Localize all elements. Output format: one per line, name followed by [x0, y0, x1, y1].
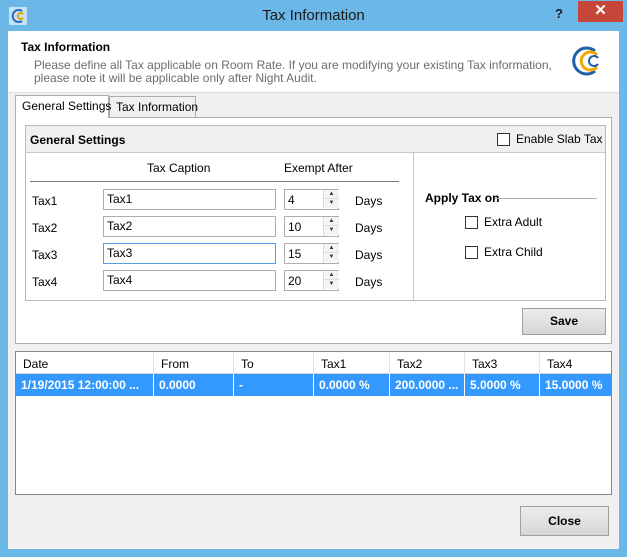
- cell-to[interactable]: -: [234, 374, 314, 396]
- tax1-days-label: Days: [355, 194, 383, 208]
- vertical-divider: [413, 153, 414, 300]
- tax4-exempt-stepper[interactable]: 20 ▲ ▼: [284, 270, 339, 291]
- column-header-date[interactable]: Date: [16, 352, 154, 374]
- general-settings-panel: General Settings Enable Slab Tax Tax Cap…: [15, 117, 612, 344]
- cell-tax3[interactable]: 5.0000 %: [465, 374, 540, 396]
- exempt-after-column-header: Exempt After: [284, 161, 353, 175]
- tax1-label: Tax1: [32, 194, 58, 208]
- cell-tax1[interactable]: 0.0000 %: [314, 374, 390, 396]
- tax3-exempt-stepper[interactable]: 15 ▲ ▼: [284, 243, 339, 264]
- header-panel: Tax Information Please define all Tax ap…: [8, 31, 619, 93]
- tax4-label: Tax4: [32, 275, 58, 289]
- spin-down-icon[interactable]: ▼: [324, 280, 339, 289]
- extra-child-checkbox[interactable]: Extra Child: [465, 245, 543, 259]
- column-header-tax4[interactable]: Tax4: [540, 352, 611, 374]
- tax2-caption-input[interactable]: Tax2: [103, 216, 276, 237]
- tax2-exempt-value: 10: [288, 220, 302, 234]
- column-header-tax2[interactable]: Tax2: [390, 352, 465, 374]
- tab-general-settings[interactable]: General Settings: [15, 95, 111, 118]
- spin-up-icon[interactable]: ▲: [324, 217, 339, 226]
- cell-date[interactable]: 1/19/2015 12:00:00 ...: [16, 374, 154, 396]
- cell-from[interactable]: 0.0000: [154, 374, 234, 396]
- tax-history-table[interactable]: Date From To Tax1 Tax2 Tax3 Tax4 1/19/20…: [15, 351, 612, 495]
- group-title: General Settings: [30, 133, 126, 147]
- extra-adult-checkbox[interactable]: Extra Adult: [465, 215, 542, 229]
- brand-logo-icon: [572, 46, 599, 76]
- tax3-exempt-value: 15: [288, 247, 302, 261]
- apply-tax-divider: [495, 198, 597, 199]
- extra-adult-label: Extra Adult: [484, 215, 543, 229]
- enable-slab-tax-label: Enable Slab Tax: [516, 132, 603, 146]
- tax2-exempt-stepper[interactable]: 10 ▲ ▼: [284, 216, 339, 237]
- checkbox-box[interactable]: [465, 215, 478, 229]
- apply-tax-on-title: Apply Tax on: [425, 191, 500, 205]
- checkbox-box[interactable]: [465, 245, 478, 259]
- tax2-days-label: Days: [355, 221, 383, 235]
- save-button[interactable]: Save: [522, 308, 606, 335]
- cell-tax4[interactable]: 15.0000 %: [540, 374, 611, 396]
- spin-down-icon[interactable]: ▼: [324, 226, 339, 235]
- tax4-caption-input[interactable]: Tax4: [103, 270, 276, 291]
- enable-slab-tax-checkbox[interactable]: Enable Slab Tax: [497, 132, 603, 146]
- tax-caption-column-header: Tax Caption: [147, 161, 211, 175]
- cell-tax2[interactable]: 200.0000 ...: [390, 374, 465, 396]
- extra-child-label: Extra Child: [484, 245, 543, 259]
- column-header-tax1[interactable]: Tax1: [314, 352, 390, 374]
- tax4-days-label: Days: [355, 275, 383, 289]
- column-header-tax3[interactable]: Tax3: [465, 352, 540, 374]
- tax1-exempt-value: 4: [288, 193, 295, 207]
- general-settings-group: General Settings Enable Slab Tax Tax Cap…: [25, 125, 606, 301]
- tax3-caption-input[interactable]: Tax3: [103, 243, 276, 264]
- column-header-from[interactable]: From: [154, 352, 234, 374]
- group-header: General Settings Enable Slab Tax: [26, 126, 605, 153]
- tax1-caption-input[interactable]: Tax1: [103, 189, 276, 210]
- column-header-to[interactable]: To: [234, 352, 314, 374]
- close-button[interactable]: Close: [520, 506, 609, 536]
- title-bar[interactable]: Tax Information ? ✕: [0, 0, 627, 31]
- window-close-button[interactable]: ✕: [578, 1, 623, 22]
- tax2-label: Tax2: [32, 221, 58, 235]
- tab-tax-information[interactable]: Tax Information: [109, 96, 198, 118]
- header-title: Tax Information: [21, 40, 111, 54]
- spin-down-icon[interactable]: ▼: [324, 199, 339, 208]
- table-header: Date From To Tax1 Tax2 Tax3 Tax4: [16, 352, 611, 374]
- table-row[interactable]: 1/19/2015 12:00:00 ... 0.0000 - 0.0000 %…: [16, 374, 611, 396]
- checkbox-box[interactable]: [497, 132, 510, 146]
- header-divider: [30, 181, 399, 182]
- window-title: Tax Information: [262, 7, 365, 24]
- help-button[interactable]: ?: [548, 4, 570, 24]
- tax1-exempt-stepper[interactable]: 4 ▲ ▼: [284, 189, 339, 210]
- spin-up-icon[interactable]: ▲: [324, 190, 339, 199]
- app-window: Tax Information ? ✕ Tax Information Plea…: [0, 0, 627, 557]
- spin-up-icon[interactable]: ▲: [324, 244, 339, 253]
- header-description: Please define all Tax applicable on Room…: [34, 58, 552, 85]
- dialog-client: Tax Information Please define all Tax ap…: [8, 31, 619, 549]
- tax4-exempt-value: 20: [288, 274, 302, 288]
- tax3-label: Tax3: [32, 248, 58, 262]
- tax3-days-label: Days: [355, 248, 383, 262]
- spin-down-icon[interactable]: ▼: [324, 253, 339, 262]
- spin-up-icon[interactable]: ▲: [324, 271, 339, 280]
